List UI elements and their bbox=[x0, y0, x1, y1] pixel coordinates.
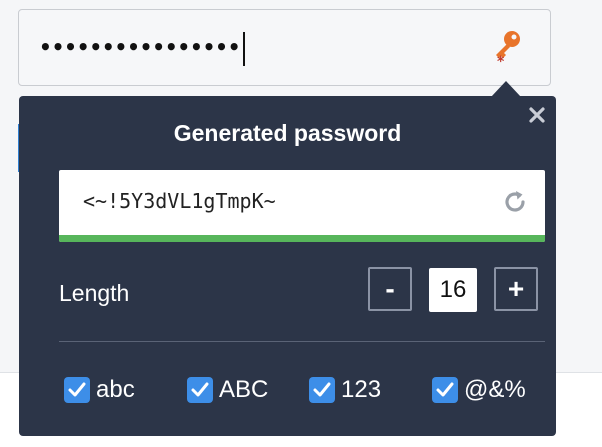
generated-password-text[interactable]: <~!5Y3dVL1gTmpK~ bbox=[83, 189, 276, 213]
checkbox-digits[interactable] bbox=[309, 377, 335, 403]
options-divider bbox=[59, 341, 545, 342]
length-decrease-button[interactable]: - bbox=[368, 267, 412, 311]
option-label: @&% bbox=[464, 376, 526, 403]
checkbox-lowercase[interactable] bbox=[64, 377, 90, 403]
svg-text:*: * bbox=[497, 54, 505, 68]
option-uppercase[interactable]: ABC bbox=[187, 374, 268, 406]
popup-pointer bbox=[491, 81, 521, 97]
option-label: 123 bbox=[341, 376, 382, 403]
checkbox-symbols[interactable] bbox=[432, 377, 458, 403]
option-digits[interactable]: 123 bbox=[309, 374, 381, 406]
option-symbols[interactable]: @&% bbox=[432, 374, 526, 406]
option-label: abc bbox=[96, 376, 135, 403]
option-lowercase[interactable]: abc bbox=[64, 374, 135, 406]
popup-title: Generated password bbox=[173, 120, 402, 146]
password-key-icon[interactable]: * bbox=[490, 28, 526, 70]
password-field[interactable]: •••••••••••••••• * bbox=[18, 9, 551, 86]
length-label: Length bbox=[59, 280, 130, 306]
password-strength-bar bbox=[59, 235, 545, 242]
length-increase-button[interactable]: + bbox=[494, 267, 538, 311]
text-caret bbox=[243, 32, 245, 66]
password-masked-value: •••••••••••••••• bbox=[39, 35, 241, 59]
length-value-field[interactable]: 16 bbox=[429, 268, 477, 312]
password-generator-popup: Generated password <~!5Y3dVL1gTmpK~ Leng… bbox=[19, 96, 556, 436]
checkbox-uppercase[interactable] bbox=[187, 377, 213, 403]
generated-password-box[interactable]: <~!5Y3dVL1gTmpK~ bbox=[59, 170, 545, 242]
refresh-icon[interactable] bbox=[501, 188, 529, 216]
option-label: ABC bbox=[219, 376, 269, 403]
